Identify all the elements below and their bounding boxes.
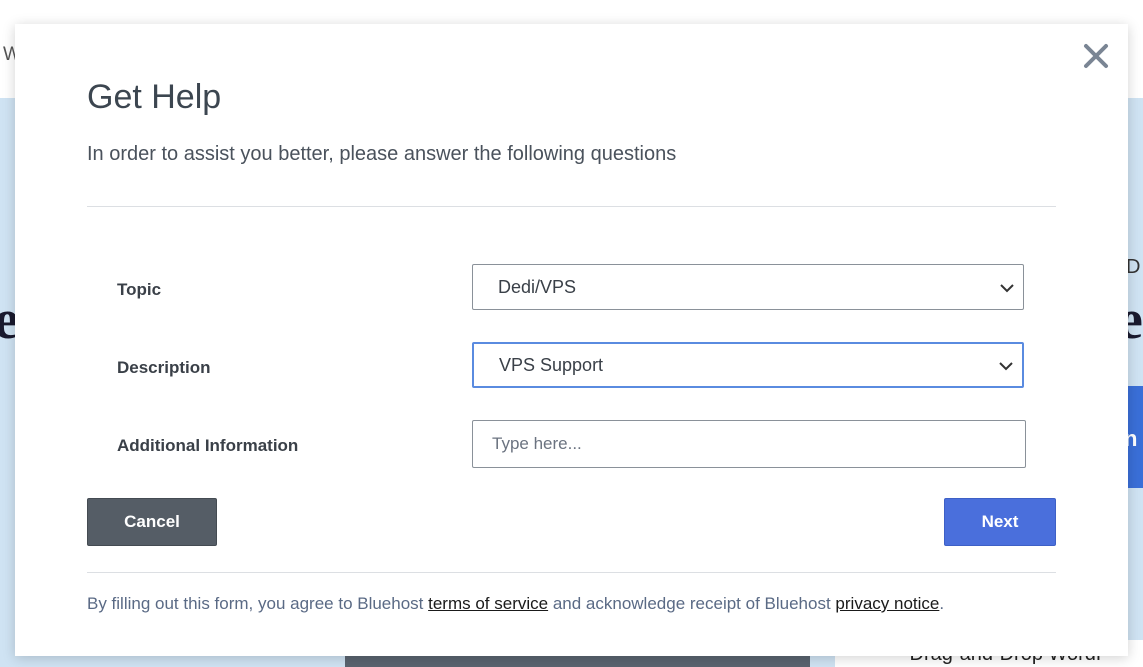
cancel-button[interactable]: Cancel: [87, 498, 217, 546]
terms-of-service-link[interactable]: terms of service: [428, 594, 548, 613]
footer-text-suffix: .: [939, 594, 945, 613]
modal-title: Get Help: [87, 78, 222, 116]
description-select[interactable]: VPS Support: [472, 342, 1024, 388]
close-icon[interactable]: [1081, 41, 1111, 71]
privacy-notice-link[interactable]: privacy notice: [835, 594, 939, 613]
description-select-value: VPS Support: [499, 355, 604, 375]
additional-info-input[interactable]: [472, 420, 1026, 468]
footer-text-middle: and acknowledge receipt of Bluehost: [548, 594, 836, 613]
chevron-down-icon: [999, 362, 1013, 371]
chevron-down-icon: [1000, 284, 1014, 293]
topic-label: Topic: [117, 280, 162, 299]
footer-text-prefix: By filling out this form, you agree to B…: [87, 594, 429, 613]
get-help-modal: Get Help In order to assist you better, …: [15, 24, 1128, 656]
topic-select-value: Dedi/VPS: [498, 277, 577, 297]
background-small-text: D: [1126, 256, 1141, 278]
topic-select[interactable]: Dedi/VPS: [472, 264, 1024, 310]
modal-subtitle: In order to assist you better, please an…: [87, 143, 677, 165]
additional-info-label: Additional Information: [117, 436, 299, 455]
divider: [87, 572, 1056, 573]
background-photo: [345, 655, 810, 667]
legal-footer: By filling out this form, you agree to B…: [87, 594, 944, 614]
divider: [87, 206, 1056, 207]
description-label: Description: [117, 358, 211, 377]
next-button[interactable]: Next: [944, 498, 1056, 546]
